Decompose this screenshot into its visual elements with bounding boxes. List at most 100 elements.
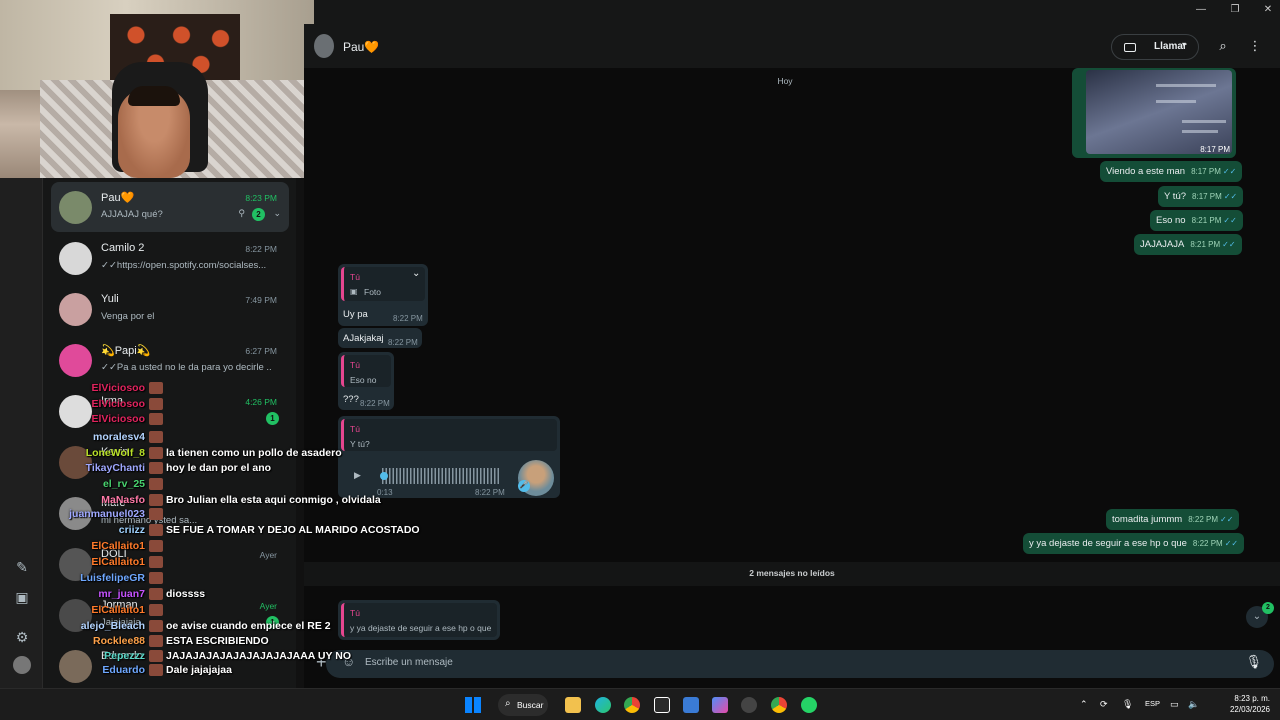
contact-name[interactable]: Pau🧡	[343, 40, 379, 54]
chat-time: 7:49 PM	[245, 295, 277, 305]
chat-item-yuli[interactable]: Yuli 7:49 PM Venga por el	[51, 284, 289, 334]
chat-name: 💫Papi💫	[101, 345, 151, 357]
xbox-icon[interactable]	[654, 697, 670, 713]
stream-chat-line: LoneWolf_8 la tienen como un pollo de asa…	[44, 447, 342, 460]
stream-chat-username: LuisfelipeGR	[80, 572, 145, 584]
stream-chat-username: alejo_Bleach	[80, 620, 145, 632]
webcam-overlay	[0, 0, 314, 178]
message-text: y ya dejaste de seguir a ese hp o que	[1029, 538, 1187, 549]
unread-separator-text: 2 mensajes no leídos	[749, 568, 835, 578]
chevron-down-icon[interactable]: ⌄	[273, 208, 281, 219]
taskbar-search[interactable]: ⌕ Buscar	[498, 694, 548, 716]
edge-icon[interactable]	[595, 697, 611, 713]
video-camera-icon	[1124, 43, 1136, 52]
outgoing-message[interactable]: Y tú? 8:17 PM ✓✓	[1158, 186, 1244, 207]
caret-down-icon: ▾	[1181, 40, 1186, 49]
avatar	[59, 191, 92, 224]
incoming-message[interactable]: AJakjakaj 8:22 PM	[338, 328, 422, 348]
sync-icon[interactable]: ⟳	[1100, 699, 1108, 710]
copilot-icon[interactable]	[712, 697, 728, 713]
stream-chat-username: Eduardo	[102, 664, 145, 676]
volume-icon[interactable]: 🔈	[1188, 699, 1199, 710]
restore-button[interactable]: ❐	[1228, 4, 1242, 18]
unread-count-badge: 2	[1262, 602, 1274, 614]
stream-chat-line: moralesv4	[44, 431, 166, 444]
chat-item-pau[interactable]: Pau🧡 8:23 PM AJJAJAJ qué? 2 ⚲ ⌄	[51, 182, 289, 232]
chat-name: Camilo 2	[101, 242, 145, 254]
chat-badge-icon	[149, 447, 163, 460]
stream-chat-username: juanmanuel023	[69, 508, 145, 520]
chat-last-message: AJJAJAJ qué?	[101, 209, 163, 220]
chrome-icon[interactable]	[624, 697, 640, 713]
network-icon[interactable]: ▭	[1170, 699, 1179, 710]
message-time: 8:22 PM	[475, 488, 505, 497]
message-time: 8:17 PM	[1191, 167, 1221, 176]
edit-icon[interactable]: ✎	[13, 558, 31, 576]
chat-badge-icon	[149, 540, 163, 553]
incoming-message[interactable]: Tú Foto ▣ ⌄ Uy pa 8:22 PM	[338, 264, 428, 326]
microphone-icon[interactable]: 🎙	[1245, 654, 1262, 670]
media-icon[interactable]: ▣	[13, 588, 31, 606]
stream-chat-username: TikayChanti	[85, 462, 145, 474]
stream-chat-line: ElCallaito1	[44, 556, 166, 569]
chevron-down-icon[interactable]: ⌄	[412, 268, 420, 279]
mic-tray-icon[interactable]: 🎙	[1122, 699, 1133, 710]
stream-chat-username: LoneWolf_8	[85, 447, 145, 459]
stream-chat-line: ElViciosoo	[44, 398, 166, 411]
stream-chat-overlay: ElViciosoo ElViciosoo ElViciosoo moralesv4 L…	[44, 382, 424, 682]
whatsapp-icon[interactable]	[801, 697, 817, 713]
outgoing-message[interactable]: JAJAJAJA 8:21 PM ✓✓	[1134, 234, 1242, 255]
chat-time: 6:27 PM	[245, 346, 277, 356]
message-text: tomadita jummm	[1112, 514, 1183, 525]
stream-chat-username: ElCallaito1	[91, 604, 145, 616]
read-check-icon: ✓✓	[1220, 515, 1234, 524]
outgoing-message[interactable]: Eso no 8:21 PM ✓✓	[1150, 210, 1243, 231]
image-message[interactable]: 8:17 PM	[1072, 68, 1236, 158]
message-time: 8:21 PM	[1190, 240, 1221, 249]
photo-icon: ▣	[350, 287, 358, 296]
minimize-button[interactable]: —	[1194, 4, 1208, 18]
call-button[interactable]: Llamar ▾	[1111, 34, 1199, 60]
quote-author: Tú	[350, 272, 360, 282]
stream-chat-line: criizz SE FUE A TOMAR Y DEJO AL MARIDO AC…	[44, 524, 420, 537]
chat-badge-icon	[149, 556, 163, 569]
clock-time: 8:23 p. m.	[1234, 694, 1270, 703]
chat-badge-icon	[149, 382, 163, 395]
chat-badge-icon	[149, 572, 163, 585]
tray-overflow-icon[interactable]: ⌃	[1080, 699, 1088, 710]
windows-start-icon[interactable]	[465, 697, 481, 713]
stream-chat-username: ElViciosoo	[91, 413, 146, 425]
stream-chat-username: ElCallaito1	[91, 556, 145, 568]
stream-chat-line: ElViciosoo	[44, 382, 166, 395]
stream-chat-message: ESTA ESCRIBIENDO	[166, 635, 269, 647]
photos-icon[interactable]	[683, 697, 699, 713]
search-icon: ⌕	[505, 698, 511, 709]
chrome-profile-icon[interactable]	[771, 697, 787, 713]
more-options-icon[interactable]: ⋮	[1247, 38, 1263, 54]
read-check-icon: ✓✓	[1223, 192, 1238, 201]
message-input-box[interactable]	[326, 650, 1274, 678]
stream-chat-line: TikayChanti hoy le dan por el ano	[44, 462, 271, 475]
outgoing-message[interactable]: y ya dejaste de seguir a ese hp o que 8:2…	[1023, 533, 1245, 554]
message-text: AJakjakaj	[343, 333, 384, 344]
obs-icon[interactable]	[741, 697, 757, 713]
chat-badge-icon	[149, 664, 163, 677]
stream-chat-username: el_rv_25	[102, 478, 145, 490]
profile-avatar[interactable]	[13, 656, 31, 674]
chat-badge-icon	[149, 413, 163, 426]
outgoing-message[interactable]: Viendo a este man 8:17 PM ✓✓	[1100, 161, 1243, 182]
close-button[interactable]: ✕	[1261, 4, 1275, 18]
chat-item-papi[interactable]: 💫Papi💫 6:27 PM ✓✓Pa a usted no le da par…	[51, 335, 289, 385]
file-explorer-icon[interactable]	[565, 697, 581, 713]
chat-item-camilo[interactable]: Camilo 2 8:22 PM ✓✓https://open.spotify.…	[51, 233, 289, 283]
read-check-icon: ✓✓	[1222, 167, 1237, 176]
clock-date: 22/03/2026	[1229, 705, 1270, 714]
message-text: Viendo a este man	[1106, 166, 1186, 177]
outgoing-message[interactable]: tomadita jummm 8:22 PM ✓✓	[1106, 509, 1240, 530]
message-text: Y tú?	[1164, 191, 1187, 202]
language-indicator[interactable]: ESP	[1145, 699, 1160, 708]
settings-icon[interactable]: ⚙	[13, 628, 31, 646]
clock[interactable]: 8:23 p. m. 22/03/2026	[1204, 693, 1270, 715]
contact-avatar[interactable]	[314, 34, 334, 58]
search-icon[interactable]: ⌕	[1215, 38, 1231, 54]
